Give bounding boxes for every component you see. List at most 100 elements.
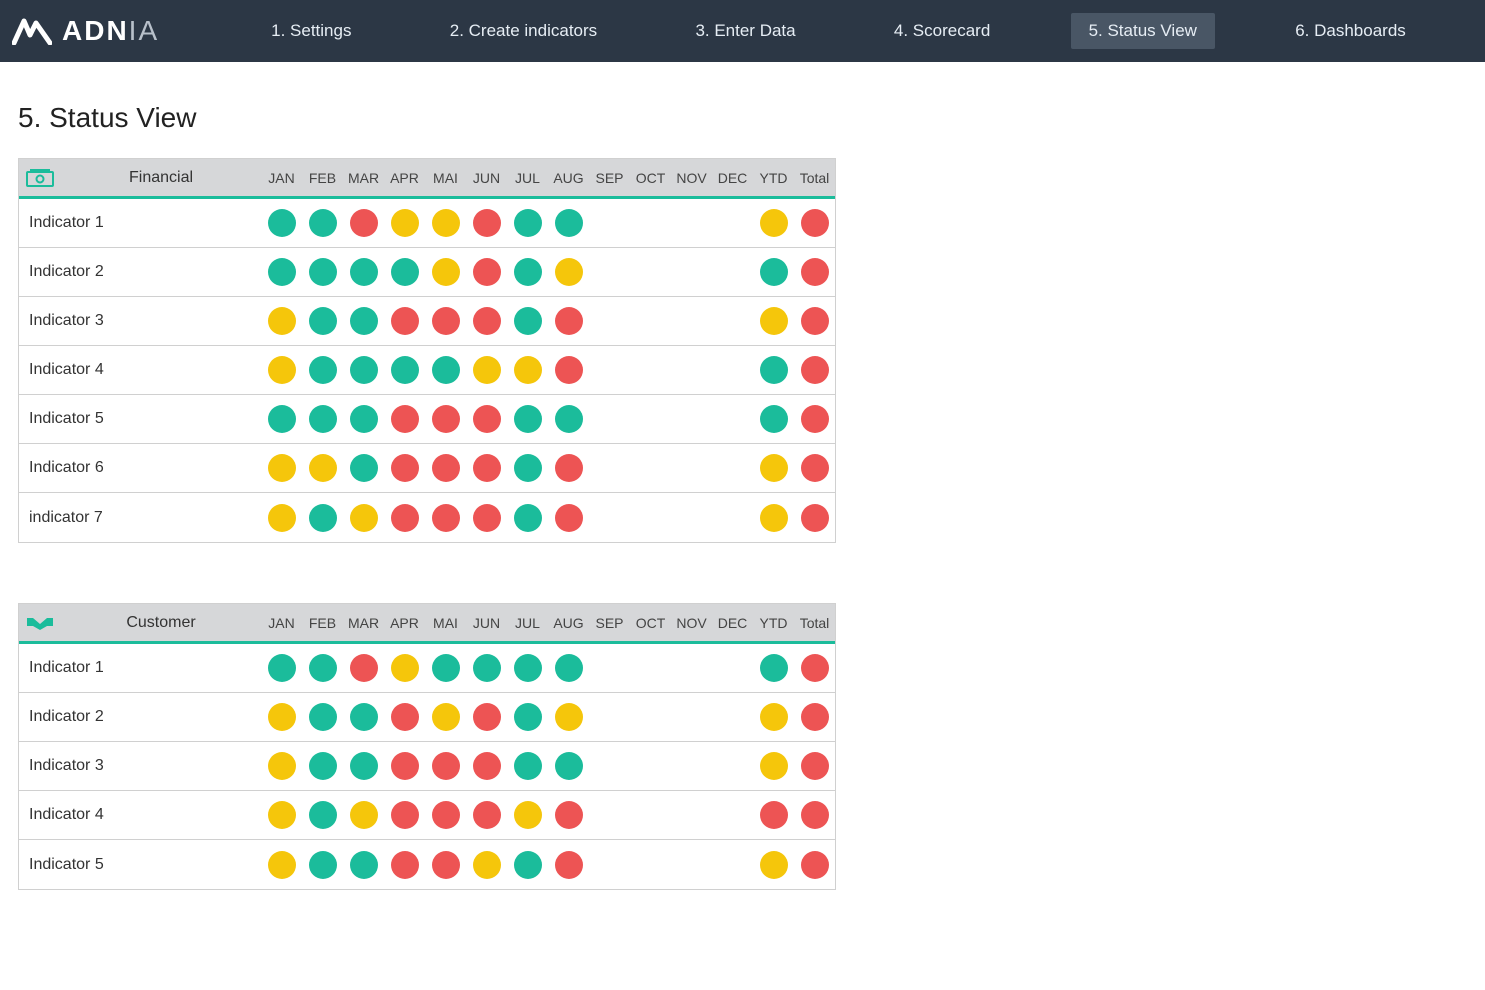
cell-AUG xyxy=(548,752,589,780)
status-dot-green xyxy=(555,405,583,433)
status-dot-red xyxy=(432,307,460,335)
status-dot-green xyxy=(514,654,542,682)
status-dot-red xyxy=(555,801,583,829)
month-header-MAI: MAI xyxy=(425,615,466,631)
cell-MAI xyxy=(425,654,466,682)
status-dot-green xyxy=(514,504,542,532)
month-header-JUN: JUN xyxy=(466,615,507,631)
cell-YTD xyxy=(753,258,794,286)
status-dot-green xyxy=(350,356,378,384)
status-dot-yellow xyxy=(760,307,788,335)
row-label: Indicator 5 xyxy=(19,410,261,428)
cell-AUG xyxy=(548,504,589,532)
brand-logo: ADNIA xyxy=(12,15,212,47)
nav-item-4[interactable]: 5. Status View xyxy=(1071,13,1215,49)
cell-YTD xyxy=(753,504,794,532)
cell-AUG xyxy=(548,801,589,829)
month-header-MAR: MAR xyxy=(343,615,384,631)
status-dot-red xyxy=(555,851,583,879)
table-row: Indicator 1 xyxy=(19,199,835,248)
cell-JAN xyxy=(261,752,302,780)
cell-JUN xyxy=(466,209,507,237)
cell-MAR xyxy=(343,654,384,682)
cell-YTD xyxy=(753,703,794,731)
status-dot-red xyxy=(391,752,419,780)
cell-Total xyxy=(794,654,835,682)
cell-Total xyxy=(794,703,835,731)
status-dot-yellow xyxy=(268,356,296,384)
brand-text-main: ADN xyxy=(62,15,129,46)
cell-Total xyxy=(794,356,835,384)
month-header-MAI: MAI xyxy=(425,170,466,186)
cell-Total xyxy=(794,851,835,879)
status-dot-green xyxy=(309,654,337,682)
cell-JAN xyxy=(261,258,302,286)
nav-item-1[interactable]: 2. Create indicators xyxy=(432,13,615,49)
nav-item-3[interactable]: 4. Scorecard xyxy=(876,13,1008,49)
month-header-JUL: JUL xyxy=(507,615,548,631)
status-dot-green xyxy=(391,356,419,384)
cell-JUN xyxy=(466,454,507,482)
status-dot-green xyxy=(514,307,542,335)
cell-MAI xyxy=(425,504,466,532)
cell-YTD xyxy=(753,654,794,682)
cell-JAN xyxy=(261,307,302,335)
cell-APR xyxy=(384,703,425,731)
cell-APR xyxy=(384,405,425,433)
status-dot-green xyxy=(514,703,542,731)
status-dot-red xyxy=(801,504,829,532)
cell-JUN xyxy=(466,504,507,532)
cell-MAI xyxy=(425,801,466,829)
status-dot-green xyxy=(760,356,788,384)
table-row: Indicator 5 xyxy=(19,840,835,889)
cell-FEB xyxy=(302,258,343,286)
month-header-FEB: FEB xyxy=(302,615,343,631)
status-dot-red xyxy=(391,405,419,433)
table-row: Indicator 4 xyxy=(19,791,835,840)
status-dot-red xyxy=(555,356,583,384)
status-dot-green xyxy=(268,405,296,433)
cell-JUL xyxy=(507,654,548,682)
cell-Total xyxy=(794,209,835,237)
table-row: Indicator 3 xyxy=(19,297,835,346)
cell-YTD xyxy=(753,752,794,780)
status-dot-yellow xyxy=(268,801,296,829)
cell-JAN xyxy=(261,504,302,532)
status-dot-yellow xyxy=(760,454,788,482)
status-dot-green xyxy=(309,307,337,335)
month-header-APR: APR xyxy=(384,615,425,631)
row-cells xyxy=(261,307,835,335)
cell-MAI xyxy=(425,258,466,286)
month-header-APR: APR xyxy=(384,170,425,186)
table-row: Indicator 6 xyxy=(19,444,835,493)
status-dot-red xyxy=(350,209,378,237)
month-header-YTD: YTD xyxy=(753,170,794,186)
row-label: Indicator 1 xyxy=(19,214,261,232)
brand-text: ADNIA xyxy=(62,15,159,47)
cell-MAR xyxy=(343,405,384,433)
month-header-NOV: NOV xyxy=(671,615,712,631)
cell-MAI xyxy=(425,405,466,433)
nav-item-0[interactable]: 1. Settings xyxy=(253,13,369,49)
row-label: Indicator 6 xyxy=(19,459,261,477)
page-title: 5. Status View xyxy=(18,102,1462,134)
row-cells xyxy=(261,405,835,433)
status-dot-green xyxy=(350,454,378,482)
status-dot-green xyxy=(268,654,296,682)
cell-Total xyxy=(794,801,835,829)
row-cells xyxy=(261,454,835,482)
status-dot-green xyxy=(514,851,542,879)
month-header-JUN: JUN xyxy=(466,170,507,186)
nav-item-5[interactable]: 6. Dashboards xyxy=(1277,13,1424,49)
month-header-YTD: YTD xyxy=(753,615,794,631)
nav-item-2[interactable]: 3. Enter Data xyxy=(677,13,813,49)
cell-JAN xyxy=(261,801,302,829)
cell-APR xyxy=(384,851,425,879)
cell-MAR xyxy=(343,209,384,237)
cell-YTD xyxy=(753,405,794,433)
status-dot-red xyxy=(432,504,460,532)
cell-JAN xyxy=(261,454,302,482)
status-dot-yellow xyxy=(309,454,337,482)
page-body: 5. Status View FinancialJANFEBMARAPRMAIJ… xyxy=(0,62,1480,990)
status-dot-yellow xyxy=(268,703,296,731)
